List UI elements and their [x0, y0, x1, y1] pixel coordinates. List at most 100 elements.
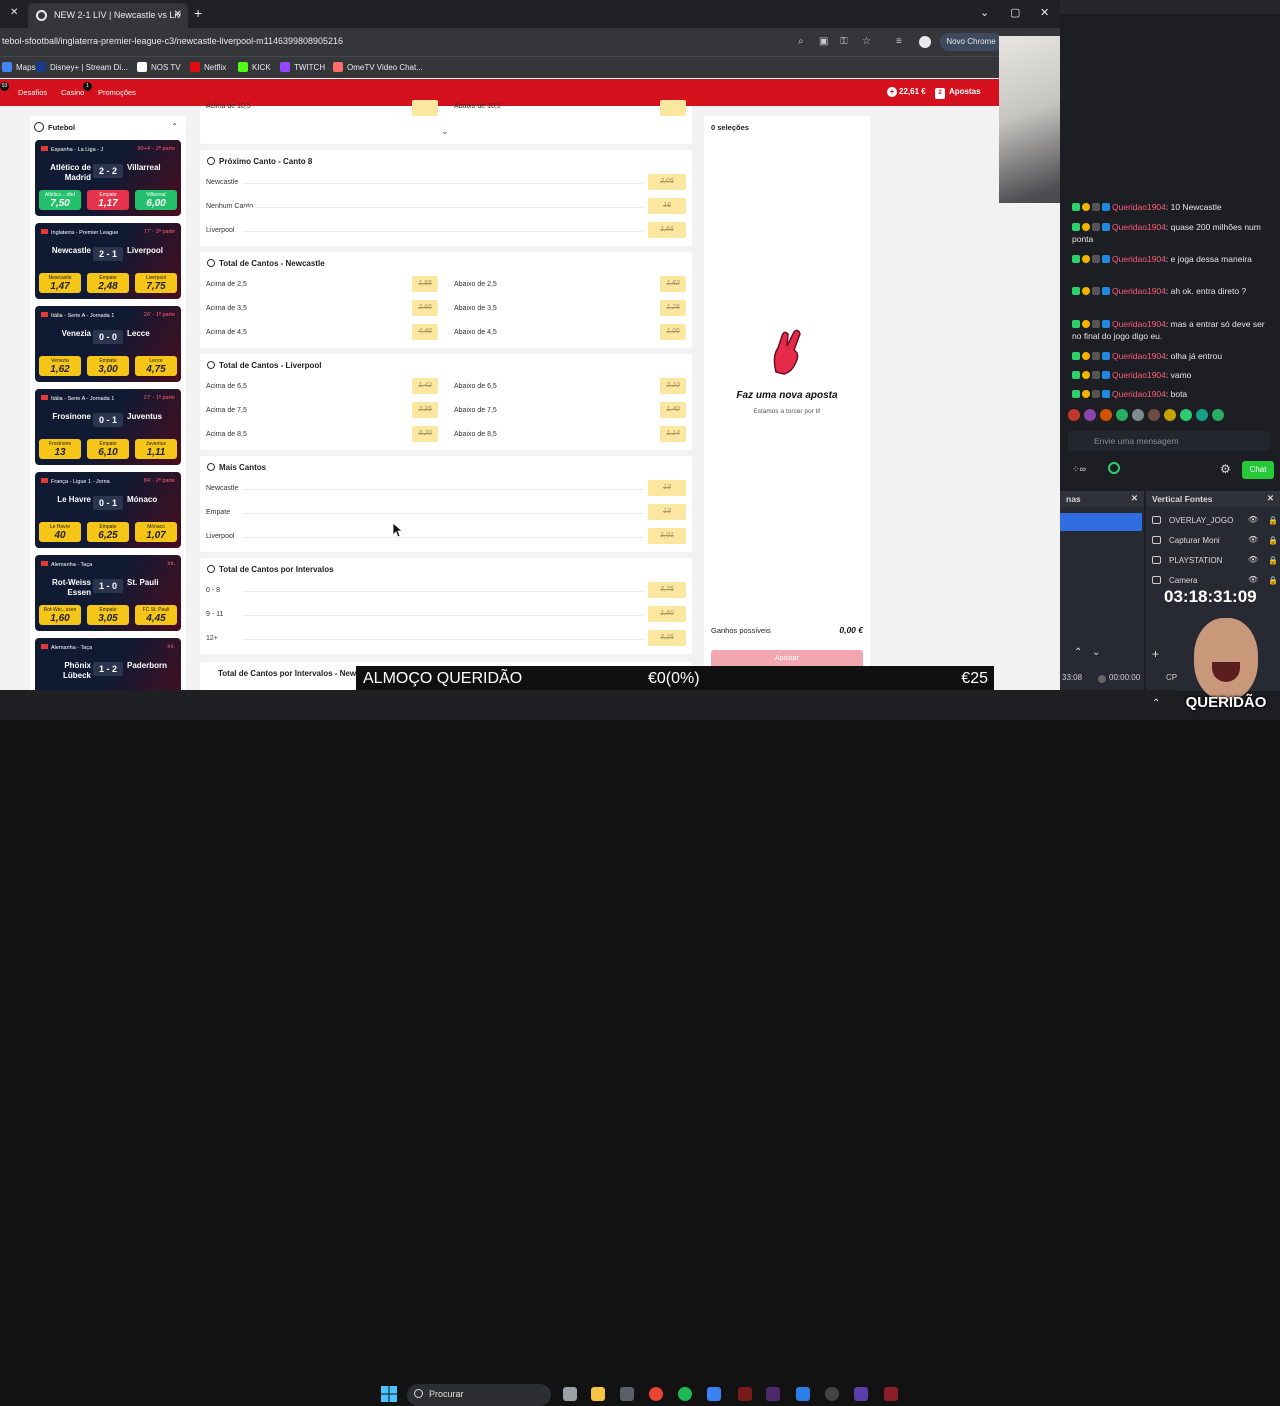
url-field[interactable]: tebol-sfootball/inglaterra-premier-leagu… — [2, 36, 343, 46]
market-title[interactable]: Total de Cantos por Intervalos — [207, 565, 334, 574]
odd-button[interactable]: 1,25 — [660, 300, 686, 316]
market-title[interactable]: Próximo Canto - Canto 8 — [207, 157, 312, 166]
tab-active[interactable]: NEW 2-1 LIV | Newcastle vs Liv ✕ — [28, 3, 188, 28]
chat-send-button[interactable]: Chat — [1242, 461, 1274, 479]
close-window-icon[interactable]: ✕ — [1040, 6, 1049, 19]
odd-button[interactable]: 1,40 — [660, 402, 686, 418]
lock-icon[interactable]: 🔒 — [1268, 516, 1278, 525]
emote-icon[interactable] — [1068, 409, 1080, 421]
odd-button[interactable]: Empate 3,05 — [87, 605, 129, 625]
match-card[interactable]: Itália - Serie A - Jornada 1 27' - 1ª par… — [35, 389, 181, 465]
eye-icon[interactable]: 👁 — [1248, 575, 1258, 584]
match-card[interactable]: Espanha - La Liga - J 90+4' - 2ª parte Atl… — [35, 140, 181, 216]
bookmark-item[interactable]: OmeTV Video Chat... — [333, 62, 423, 72]
obs-icon[interactable] — [825, 1387, 839, 1401]
search-icon[interactable]: ⌕ — [798, 36, 804, 47]
odd-button[interactable]: Empate 2,48 — [87, 273, 129, 293]
bookmark-item[interactable]: KICK — [238, 62, 271, 72]
source-item[interactable]: OVERLAY_JOGO 👁 🔒 — [1152, 515, 1278, 525]
star-icon[interactable]: ☆ — [862, 36, 871, 47]
market-title[interactable]: Total de Cantos - Liverpool — [207, 361, 322, 370]
odd-button[interactable]: 13 — [648, 504, 686, 520]
odd-button[interactable]: Empate 3,00 — [87, 356, 129, 376]
add-source-icon[interactable]: + — [1152, 647, 1159, 661]
chevron-up-icon[interactable]: ⌃ — [1152, 698, 1160, 709]
odd-button[interactable]: 2,35 — [412, 402, 438, 418]
emote-icon[interactable] — [1100, 409, 1112, 421]
odd-button[interactable]: Mónaco 1,07 — [135, 522, 177, 542]
source-item[interactable]: Capturar Moni 👁 🔒 — [1152, 535, 1278, 545]
bookmark-item[interactable]: TWITCH — [280, 62, 325, 72]
lock-icon[interactable]: 🔒 — [1268, 576, 1278, 585]
market-title[interactable]: Total de Cantos - Newcastle — [207, 259, 325, 268]
sidebar-title[interactable]: Futebol — [34, 122, 75, 132]
emote-icon[interactable] — [1148, 409, 1160, 421]
windows-start-icon[interactable] — [381, 1386, 397, 1402]
bookmark-item[interactable]: NOS TV — [137, 62, 181, 72]
lock-icon[interactable]: 🔒 — [1268, 536, 1278, 545]
app-icon[interactable] — [884, 1387, 898, 1401]
odd-button[interactable]: 2,05 — [648, 174, 686, 190]
nav-promocoes[interactable]: Promoções — [98, 88, 136, 97]
scene-selected[interactable] — [1060, 513, 1142, 531]
chat-username[interactable]: Queridao1904 — [1112, 351, 1166, 361]
market-title[interactable]: Mais Cantos — [207, 463, 266, 472]
new-tab-icon[interactable]: + — [194, 5, 202, 21]
odd-button[interactable] — [660, 100, 686, 116]
odd-button[interactable]: 1,01 — [648, 528, 686, 544]
odd-button[interactable]: Villarreal 6,00 — [135, 190, 177, 210]
odd-button[interactable]: 2,65 — [412, 300, 438, 316]
emote-icon[interactable] — [1212, 409, 1224, 421]
odd-button[interactable]: 1,42 — [412, 378, 438, 394]
lock-icon[interactable]: 🔒 — [1268, 556, 1278, 565]
chevron-down-icon[interactable]: ⌄ — [980, 6, 989, 19]
gear-icon[interactable]: ⚙ — [1220, 462, 1231, 476]
eye-icon[interactable]: 👁 — [1248, 555, 1258, 564]
chevron-down-icon[interactable]: ⌄ — [441, 126, 449, 137]
odd-button[interactable]: Empate 6,25 — [87, 522, 129, 542]
chat-username[interactable]: Queridao1904 — [1112, 202, 1166, 212]
balance[interactable]: +22,61 € — [887, 87, 926, 97]
odd-button[interactable]: Le Havre 40 — [39, 522, 81, 542]
match-card[interactable]: Alemanha - Taça Int. Rot-Weiss Essen 1 - 0 S… — [35, 555, 181, 631]
nav-desafios[interactable]: Desafios — [18, 88, 47, 97]
source-item[interactable]: Camera 👁 🔒 — [1152, 575, 1278, 585]
app-icon[interactable] — [738, 1387, 752, 1401]
odd-button[interactable]: Rot-Wei...ssen 1,60 — [39, 605, 81, 625]
odd-button[interactable]: Juventus 1,11 — [135, 439, 177, 459]
odd-button[interactable]: FC St. Pauli 4,45 — [135, 605, 177, 625]
match-card[interactable]: França - Ligue 1 - Jorna 84' - 2ª parte Le… — [35, 472, 181, 548]
key-icon[interactable]: ⚿ — [840, 36, 848, 47]
chevron-up-icon[interactable]: ⌃ — [171, 122, 178, 131]
emote-icon[interactable] — [1164, 409, 1176, 421]
emote-icon[interactable] — [1116, 409, 1128, 421]
eye-icon[interactable]: 👁 — [1248, 515, 1258, 524]
chat-username[interactable]: Queridao1904 — [1112, 254, 1166, 264]
close-icon[interactable]: ✕ — [10, 7, 18, 18]
match-card[interactable]: Itália - Serie A - Jornada 1 26' - 1ª par… — [35, 306, 181, 382]
close-icon[interactable]: ✕ — [1267, 493, 1274, 504]
market-title[interactable]: Total de Cantos por Intervalos - Newca — [218, 669, 365, 678]
bits-icon[interactable]: ⁘∞ — [1072, 464, 1086, 475]
odd-button[interactable]: Empate 1,17 — [87, 190, 129, 210]
cast-icon[interactable]: ▣ — [819, 36, 828, 47]
odd-button[interactable]: 1,14 — [660, 426, 686, 442]
odd-button[interactable]: 1,05 — [660, 324, 686, 340]
tab-close-icon[interactable]: ✕ — [174, 9, 182, 20]
emote-icon[interactable] — [1132, 409, 1144, 421]
points-icon[interactable] — [1108, 462, 1120, 474]
odd-button[interactable]: 2,10 — [660, 378, 686, 394]
emote-icon[interactable] — [1196, 409, 1208, 421]
odd-button[interactable] — [412, 100, 438, 116]
notepad-icon[interactable] — [796, 1387, 810, 1401]
chat-username[interactable]: Queridao1904 — [1112, 370, 1166, 380]
odd-button[interactable]: Empate 6,10 — [87, 439, 129, 459]
chrome-icon[interactable] — [649, 1387, 663, 1401]
editor-icon[interactable] — [707, 1387, 721, 1401]
odd-button[interactable]: Newcastle 1,47 — [39, 273, 81, 293]
task-view-icon[interactable] — [563, 1387, 577, 1401]
odd-button[interactable]: Lecce 4,75 — [135, 356, 177, 376]
odd-button[interactable]: 1,60 — [648, 606, 686, 622]
app-icon[interactable] — [766, 1387, 780, 1401]
nav-casino[interactable]: Casino — [61, 88, 84, 97]
